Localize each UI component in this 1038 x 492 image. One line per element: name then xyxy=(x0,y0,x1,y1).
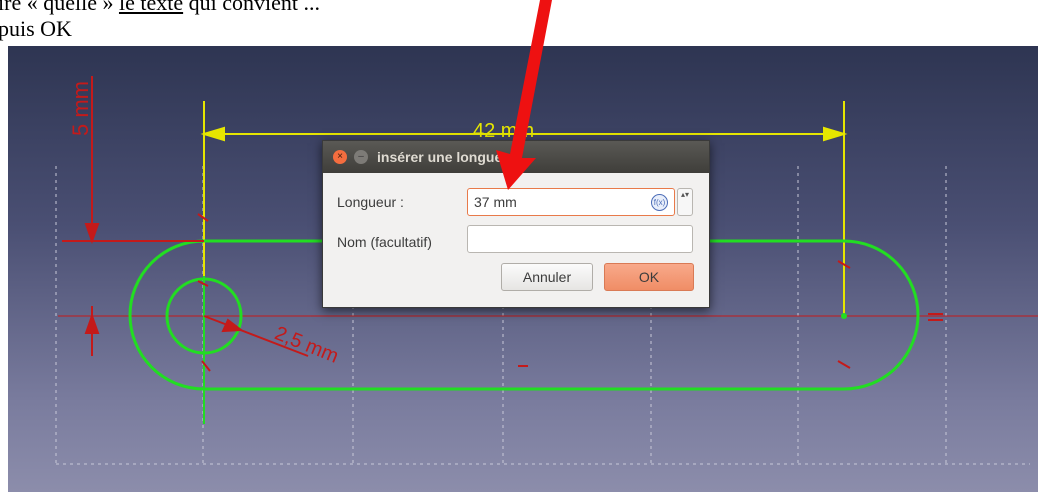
red-arrow-icon xyxy=(496,0,552,190)
callout-arrow xyxy=(496,0,552,190)
